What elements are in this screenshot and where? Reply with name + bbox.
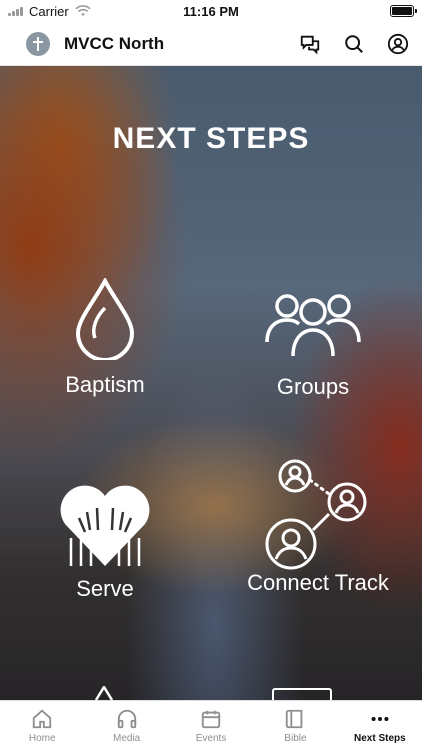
status-time: 11:16 PM — [183, 3, 239, 19]
page-title: NEXT STEPS — [112, 122, 310, 155]
tab-label-bible: Bible — [284, 732, 307, 744]
water-drop-icon — [75, 278, 135, 360]
tab-media[interactable]: Media — [84, 701, 168, 750]
tile-label-serve: Serve — [76, 576, 134, 601]
tile-serve[interactable]: Serve — [50, 478, 160, 602]
status-right — [274, 5, 417, 17]
raised-hands-heart-icon — [60, 485, 150, 566]
tab-label-next-steps: Next Steps — [353, 732, 406, 744]
tab-events[interactable]: Events — [169, 701, 253, 750]
next-steps-hero: NEXT STEPS Baptism Groups Serve Connect … — [0, 66, 422, 700]
partial-icon — [94, 686, 114, 700]
more-dots-icon — [371, 716, 389, 721]
tile-partial-next[interactable] — [92, 686, 116, 700]
tile-baptism[interactable]: Baptism — [45, 278, 165, 398]
tile-label-groups: Groups — [276, 374, 350, 399]
carrier-label: Carrier — [29, 3, 69, 19]
tile-connect-track[interactable]: Connect Track — [238, 458, 398, 596]
wifi-icon — [75, 5, 91, 16]
user-circle-icon — [387, 33, 409, 54]
tab-label-events: Events — [195, 732, 227, 744]
people-group-icon — [265, 294, 361, 357]
app-title: MVCC North — [64, 33, 165, 53]
tab-bible[interactable]: Bible — [253, 701, 337, 750]
signal-icon — [8, 6, 23, 16]
profile-button[interactable] — [386, 32, 410, 56]
status-left: Carrier — [8, 4, 148, 19]
messages-button[interactable] — [298, 32, 322, 56]
tab-label-home: Home — [28, 732, 56, 744]
headphones-icon — [117, 709, 136, 728]
tile-partial-next-right[interactable] — [272, 688, 332, 700]
chat-bubbles-icon — [300, 35, 320, 54]
tab-bar: Home Media Events Bible Next Steps — [0, 700, 422, 750]
app-header: MVCC North — [0, 22, 422, 66]
connected-users-icon — [265, 459, 367, 570]
book-icon — [286, 709, 303, 728]
tile-groups[interactable]: Groups — [248, 288, 378, 400]
tile-label-connect-track: Connect Track — [247, 570, 389, 595]
tab-home[interactable]: Home — [0, 701, 84, 750]
home-icon — [33, 709, 52, 728]
search-button[interactable] — [342, 32, 366, 56]
search-icon — [345, 34, 363, 53]
status-bar: Carrier 11:16 PM — [0, 0, 422, 22]
tile-label-baptism: Baptism — [65, 372, 145, 397]
battery-icon — [390, 5, 417, 17]
header-actions — [298, 32, 410, 56]
tab-next-steps[interactable]: Next Steps — [338, 701, 422, 750]
calendar-icon — [201, 710, 221, 728]
church-logo-icon — [26, 31, 50, 56]
tab-label-media: Media — [112, 732, 141, 744]
